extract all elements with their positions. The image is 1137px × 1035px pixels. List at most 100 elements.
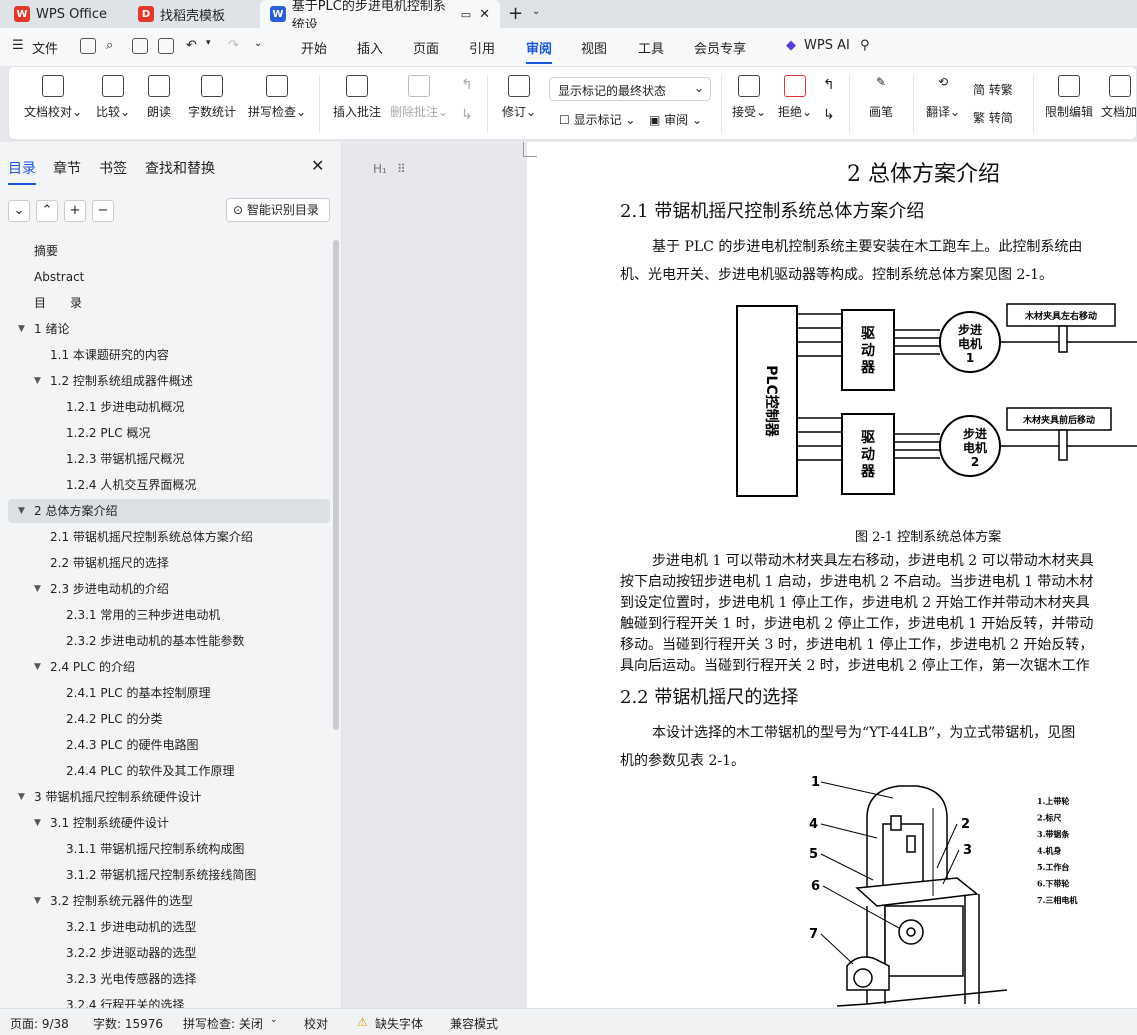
- expand-arrow-icon[interactable]: ▼: [34, 369, 41, 393]
- review-pane-button[interactable]: ▣ 审阅 ⌄: [649, 111, 702, 128]
- menu-file[interactable]: 文件: [32, 38, 58, 57]
- toc-item[interactable]: 1.1 本课题研究的内容: [8, 343, 330, 367]
- toc-item[interactable]: 2.4.3 PLC 的硬件电路图: [8, 733, 330, 757]
- expand-arrow-icon[interactable]: ▼: [34, 889, 41, 913]
- compare-button[interactable]: 比较⌄: [93, 75, 133, 120]
- toc-item[interactable]: 目 录: [8, 291, 330, 315]
- translate-button[interactable]: ⟲ 翻译⌄: [921, 75, 965, 120]
- toc-item[interactable]: 2.1 带锯机摇尺控制系统总体方案介绍: [8, 525, 330, 549]
- toc-item[interactable]: 2.3.1 常用的三种步进电动机: [8, 603, 330, 627]
- prev-comment-icon[interactable]: ↰: [461, 77, 473, 93]
- word-count[interactable]: 字数: 15976: [93, 1015, 163, 1032]
- chevron-down-icon[interactable]: ▾: [206, 38, 211, 48]
- doc-encrypt-button[interactable]: 文档加: [1101, 75, 1137, 120]
- toc-item[interactable]: 3.1.1 带锯机摇尺控制系统构成图: [8, 837, 330, 861]
- toc-item[interactable]: 1.2.2 PLC 概况: [8, 421, 330, 445]
- next-change-icon[interactable]: ↳: [823, 107, 835, 123]
- word-count-button[interactable]: 字数统计: [185, 75, 239, 120]
- expand-arrow-icon[interactable]: ▼: [18, 317, 25, 341]
- menu-member[interactable]: 会员专享: [694, 38, 746, 57]
- collapse-up-button[interactable]: ⌃: [36, 200, 58, 222]
- reject-button[interactable]: 拒绝⌄: [775, 75, 815, 120]
- undo-icon[interactable]: ↶: [186, 38, 197, 53]
- proofread-status[interactable]: 校对: [304, 1015, 328, 1032]
- expand-arrow-icon[interactable]: ▼: [34, 811, 41, 835]
- toc-item[interactable]: 1.2.3 带锯机摇尺概况: [8, 447, 330, 471]
- toc-item[interactable]: 3.2.1 步进电动机的选型: [8, 915, 330, 939]
- hamburger-icon[interactable]: ☰: [12, 38, 24, 53]
- drag-handle-icon[interactable]: ⠿: [397, 162, 406, 176]
- toc-item[interactable]: 摘要: [8, 239, 330, 263]
- monitor-icon[interactable]: ▭: [461, 8, 471, 21]
- toc-item[interactable]: 2.2 带锯机摇尺的选择: [8, 551, 330, 575]
- ink-button[interactable]: ✎ 画笔: [861, 75, 901, 120]
- tab-toc[interactable]: 目录: [8, 158, 36, 185]
- menu-start[interactable]: 开始: [301, 38, 327, 57]
- tab-docer-templates[interactable]: D 找稻壳模板: [128, 0, 256, 28]
- remove-heading-button[interactable]: −: [92, 200, 114, 222]
- expand-arrow-icon[interactable]: ▼: [18, 499, 25, 523]
- to-traditional-button[interactable]: 简 转繁: [973, 81, 1013, 98]
- expand-arrow-icon[interactable]: ▼: [34, 655, 41, 679]
- next-comment-icon[interactable]: ↳: [461, 107, 473, 123]
- toc-item[interactable]: ▼ 1 绪论: [8, 317, 330, 341]
- more-icon[interactable]: ⌄: [254, 38, 262, 49]
- tab-chapters[interactable]: 章节: [53, 158, 81, 178]
- toc-item[interactable]: 2.3.2 步进电动机的基本性能参数: [8, 629, 330, 653]
- track-changes-button[interactable]: 修订⌄: [499, 75, 539, 120]
- menu-review[interactable]: 审阅: [526, 38, 553, 64]
- search-icon[interactable]: ⚲: [860, 38, 870, 53]
- restrict-edit-button[interactable]: 限制编辑: [1043, 75, 1095, 120]
- expand-arrow-icon[interactable]: ▼: [18, 785, 25, 809]
- toc-item[interactable]: 2.4.1 PLC 的基本控制原理: [8, 681, 330, 705]
- accept-button[interactable]: 接受⌄: [729, 75, 769, 120]
- expand-arrow-icon[interactable]: ▼: [34, 577, 41, 601]
- toc-item[interactable]: 3.2.3 光电传感器的选择: [8, 967, 330, 991]
- spell-check-status[interactable]: 拼写检查: 关闭: [183, 1015, 263, 1032]
- collapse-down-button[interactable]: ⌄: [8, 200, 30, 222]
- toc-item[interactable]: ▼ 2 总体方案介绍: [8, 499, 330, 523]
- toc-item[interactable]: 3.2.2 步进驱动器的选型: [8, 941, 330, 965]
- toc-item[interactable]: ▼ 2.4 PLC 的介绍: [8, 655, 330, 679]
- show-markup-button[interactable]: ☐ 显示标记 ⌄: [559, 111, 635, 128]
- page-indicator[interactable]: 页面: 9/38: [10, 1015, 69, 1032]
- toc-scrollbar[interactable]: [333, 240, 339, 730]
- chevron-down-icon[interactable]: ⌄: [532, 6, 540, 17]
- brush-icon[interactable]: ⌕: [106, 38, 113, 53]
- save-icon[interactable]: [80, 38, 96, 54]
- missing-font-status[interactable]: 缺失字体: [375, 1015, 423, 1032]
- toc-item[interactable]: ▼ 3.2 控制系统元器件的选型: [8, 889, 330, 913]
- smart-toc-button[interactable]: ⊙ 智能识别目录: [226, 198, 330, 222]
- doc-proofread-button[interactable]: 文档校对⌄: [23, 75, 83, 120]
- tab-current-document[interactable]: W 基于PLC的步进电机控制系统设 ▭ ✕: [260, 0, 500, 33]
- toc-item[interactable]: 1.2.4 人机交互界面概况: [8, 473, 330, 497]
- close-tab-icon[interactable]: ✕: [479, 7, 490, 22]
- redo-icon[interactable]: ↷: [228, 38, 239, 53]
- menu-wps-ai[interactable]: WPS AI: [804, 38, 850, 53]
- toc-item[interactable]: ▼ 3 带锯机摇尺控制系统硬件设计: [8, 785, 330, 809]
- toc-item[interactable]: Abstract: [8, 265, 330, 289]
- menu-page[interactable]: 页面: [413, 38, 439, 57]
- tab-bookmarks[interactable]: 书签: [99, 158, 127, 178]
- delete-comment-button[interactable]: 删除批注⌄: [389, 75, 449, 120]
- new-tab-icon[interactable]: +: [508, 3, 523, 24]
- toc-item[interactable]: 1.2.1 步进电动机概况: [8, 395, 330, 419]
- toc-item[interactable]: ▼ 2.3 步进电动机的介绍: [8, 577, 330, 601]
- print-preview-icon[interactable]: [158, 38, 174, 54]
- chevron-down-icon[interactable]: ⌄: [270, 1015, 278, 1025]
- to-simplified-button[interactable]: 繁 转简: [973, 109, 1013, 126]
- read-aloud-button[interactable]: 朗读: [141, 75, 177, 120]
- toc-item[interactable]: ▼ 3.1 控制系统硬件设计: [8, 811, 330, 835]
- menu-reference[interactable]: 引用: [469, 38, 495, 57]
- toc-item[interactable]: ▼ 1.2 控制系统组成器件概述: [8, 369, 330, 393]
- tab-find-replace[interactable]: 查找和替换: [145, 158, 215, 178]
- menu-view[interactable]: 视图: [581, 38, 607, 57]
- spell-check-button[interactable]: 拼写检查⌄: [245, 75, 309, 120]
- close-icon[interactable]: ✕: [311, 156, 324, 175]
- print-icon[interactable]: [132, 38, 148, 54]
- tab-wps-office[interactable]: W WPS Office: [4, 0, 120, 28]
- markup-display-select[interactable]: 显示标记的最终状态 ⌄: [549, 77, 711, 101]
- toc-item[interactable]: 2.4.2 PLC 的分类: [8, 707, 330, 731]
- menu-tools[interactable]: 工具: [638, 38, 664, 57]
- insert-comment-button[interactable]: 插入批注: [329, 75, 385, 120]
